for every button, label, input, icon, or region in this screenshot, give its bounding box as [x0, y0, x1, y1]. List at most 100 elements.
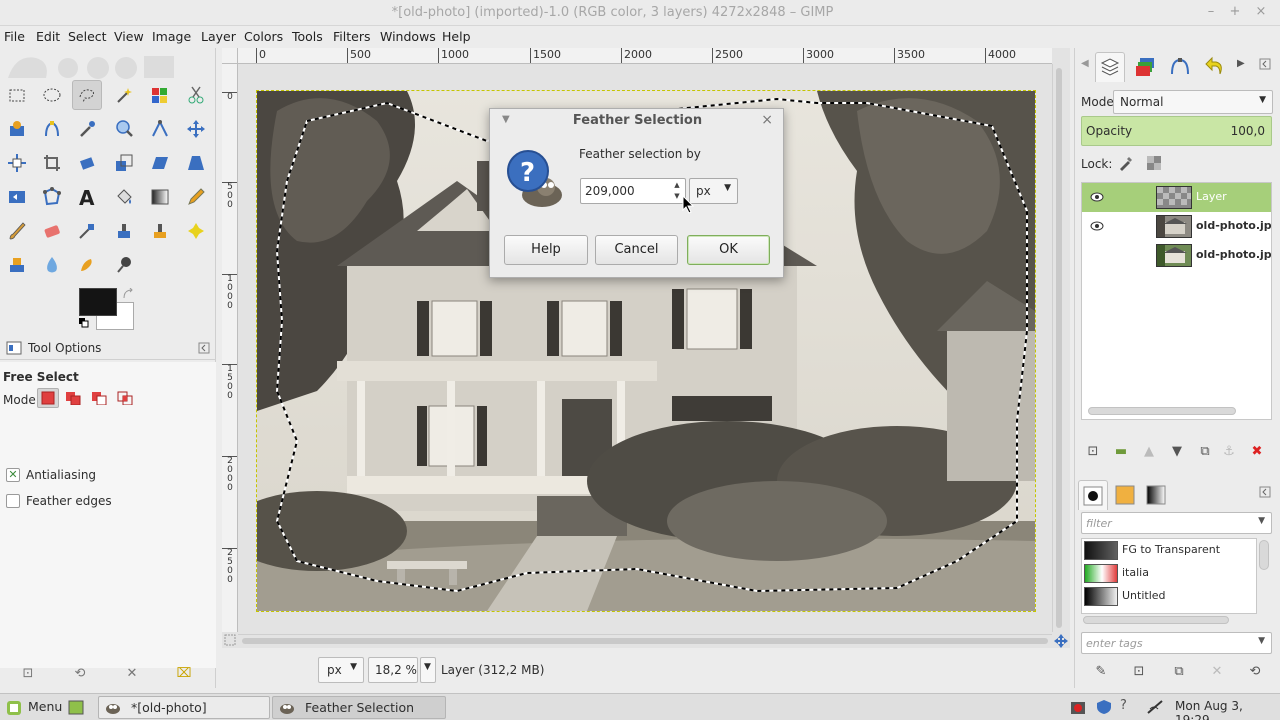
heal-tool-icon[interactable] — [181, 216, 211, 246]
taskbar-item-feather-dialog[interactable]: Feather Selection — [272, 696, 446, 719]
zoom-dropdown[interactable]: ▼ — [420, 657, 436, 683]
flip-tool-icon[interactable] — [2, 182, 32, 212]
refresh-gradients-icon[interactable]: ⟲ — [1247, 664, 1263, 680]
tab-undo-history[interactable] — [1200, 52, 1230, 82]
feather-unit-selector[interactable]: px ▼ — [689, 178, 738, 204]
start-menu-button[interactable]: Menu — [2, 696, 64, 719]
foreground-select-tool-icon[interactable] — [2, 114, 32, 144]
perspective-tool-icon[interactable] — [181, 148, 211, 178]
scissors-select-tool-icon[interactable] — [181, 80, 211, 110]
cancel-button[interactable]: Cancel — [595, 235, 678, 265]
eye-icon[interactable] — [1090, 219, 1104, 233]
close-window-button[interactable]: × — [1253, 4, 1269, 20]
gradient-item[interactable]: italia — [1082, 562, 1256, 585]
delete-gradient-icon[interactable]: ✕ — [1209, 664, 1225, 680]
ruler-corner[interactable] — [222, 48, 238, 64]
configure-tab-icon[interactable] — [1259, 486, 1271, 498]
menu-colors[interactable]: Colors — [244, 29, 283, 44]
layer-mode-select[interactable]: Normal ▼ — [1113, 90, 1273, 114]
layer-row[interactable]: old-photo.jpg copy — [1082, 212, 1271, 241]
restore-options-icon[interactable]: ⟲ — [72, 666, 88, 682]
default-colors-icon[interactable] — [79, 318, 89, 328]
new-layer-icon[interactable]: ⊡ — [1085, 444, 1101, 460]
dialog-close-button[interactable]: × — [761, 112, 773, 128]
ellipse-select-tool-icon[interactable] — [37, 80, 67, 110]
vertical-ruler[interactable]: 0 5 0 0 1 0 0 0 1 5 0 0 2 0 0 0 2 5 0 0 — [222, 64, 238, 632]
show-desktop-icon[interactable] — [68, 700, 84, 715]
lock-alpha-icon[interactable] — [1146, 155, 1162, 171]
color-picker-tool-icon[interactable] — [72, 114, 102, 144]
ok-button[interactable]: OK — [687, 235, 770, 265]
mode-replace-button[interactable] — [37, 388, 59, 408]
scale-tool-icon[interactable] — [109, 148, 139, 178]
unit-selector[interactable]: px ▼ — [318, 657, 364, 683]
vertical-scroll-thumb[interactable] — [1056, 68, 1062, 628]
eye-icon[interactable] — [1090, 190, 1104, 204]
mode-intersect-button[interactable] — [114, 388, 136, 408]
fuzzy-select-tool-icon[interactable] — [109, 80, 139, 110]
rect-select-tool-icon[interactable] — [2, 80, 32, 110]
zoom-input[interactable]: 18,2 % — [368, 657, 418, 683]
delete-layer-icon[interactable]: ✖ — [1249, 444, 1265, 460]
navigate-icon[interactable] — [1054, 634, 1068, 648]
blend-tool-icon[interactable] — [145, 182, 175, 212]
network-icon[interactable] — [1146, 699, 1164, 715]
reset-options-icon[interactable]: ⌧ — [176, 666, 192, 682]
tab-gradients[interactable] — [1141, 480, 1171, 510]
dock-separator[interactable] — [1075, 472, 1280, 476]
save-options-icon[interactable]: ⊡ — [20, 666, 36, 682]
tab-channels[interactable] — [1130, 52, 1160, 82]
maximize-button[interactable]: + — [1227, 4, 1243, 20]
bucket-fill-tool-icon[interactable] — [109, 182, 139, 212]
tool-options-tab[interactable]: Tool Options — [0, 336, 216, 360]
paths-tool-icon[interactable] — [37, 114, 67, 144]
crop-tool-icon[interactable] — [37, 148, 67, 178]
help-button[interactable]: Help — [504, 235, 588, 265]
feather-amount-input[interactable]: 209,000 ▲ ▼ — [580, 178, 686, 204]
gradient-item[interactable]: Untitled — [1082, 585, 1256, 608]
horizontal-scrollbar[interactable] — [238, 634, 1052, 646]
new-gradient-icon[interactable]: ⊡ — [1131, 664, 1147, 680]
taskbar-item-gimp[interactable]: *[old-photo] (importe... — [98, 696, 270, 719]
help-tray-icon[interactable]: ? — [1120, 698, 1127, 713]
move-tool-icon[interactable] — [181, 114, 211, 144]
layers-scrollbar[interactable] — [1088, 407, 1236, 415]
smudge-tool-icon[interactable] — [72, 250, 102, 280]
clone-tool-icon[interactable] — [145, 216, 175, 246]
horizontal-scroll-thumb[interactable] — [242, 638, 1048, 644]
menu-layer[interactable]: Layer — [201, 29, 236, 44]
menu-windows[interactable]: Windows — [380, 29, 436, 44]
gradient-item[interactable]: FG to Transparent — [1082, 539, 1256, 562]
rotate-tool-icon[interactable] — [72, 148, 102, 178]
mode-add-button[interactable] — [62, 388, 84, 408]
menu-view[interactable]: View — [114, 29, 144, 44]
spin-up-icon[interactable]: ▲ — [671, 181, 683, 189]
horizontal-ruler[interactable]: 0 500 1000 1500 2000 2500 3000 3500 4000 — [238, 48, 1052, 64]
text-tool-icon[interactable]: A — [72, 182, 102, 212]
menu-file[interactable]: File — [4, 29, 25, 44]
shield-icon[interactable] — [1096, 699, 1112, 715]
record-icon[interactable] — [1070, 700, 1086, 716]
align-tool-icon[interactable] — [2, 148, 32, 178]
ink-tool-icon[interactable] — [109, 216, 139, 246]
zoom-tool-icon[interactable] — [109, 114, 139, 144]
gradient-filter-input[interactable]: filter ▼ — [1081, 512, 1272, 534]
tab-patterns[interactable] — [1110, 480, 1140, 510]
cage-transform-tool-icon[interactable] — [37, 182, 67, 212]
raise-layer-icon[interactable]: ▲ — [1141, 444, 1157, 460]
perspective-clone-tool-icon[interactable] — [2, 250, 32, 280]
menu-image[interactable]: Image — [152, 29, 191, 44]
eraser-tool-icon[interactable] — [37, 216, 67, 246]
lock-pixels-icon[interactable] — [1118, 155, 1134, 171]
configure-tab-icon[interactable] — [1259, 58, 1271, 70]
swap-colors-icon[interactable] — [122, 288, 134, 300]
minimize-button[interactable]: – — [1203, 4, 1219, 20]
menu-edit[interactable]: Edit — [36, 29, 60, 44]
menu-help[interactable]: Help — [442, 29, 471, 44]
blur-tool-icon[interactable] — [37, 250, 67, 280]
lower-layer-icon[interactable]: ▼ — [1169, 444, 1185, 460]
new-layer-group-icon[interactable]: ▬ — [1113, 444, 1129, 460]
vertical-scrollbar[interactable] — [1052, 64, 1064, 632]
gradient-tags-input[interactable]: enter tags ▼ — [1081, 632, 1272, 654]
menu-select[interactable]: Select — [68, 29, 107, 44]
